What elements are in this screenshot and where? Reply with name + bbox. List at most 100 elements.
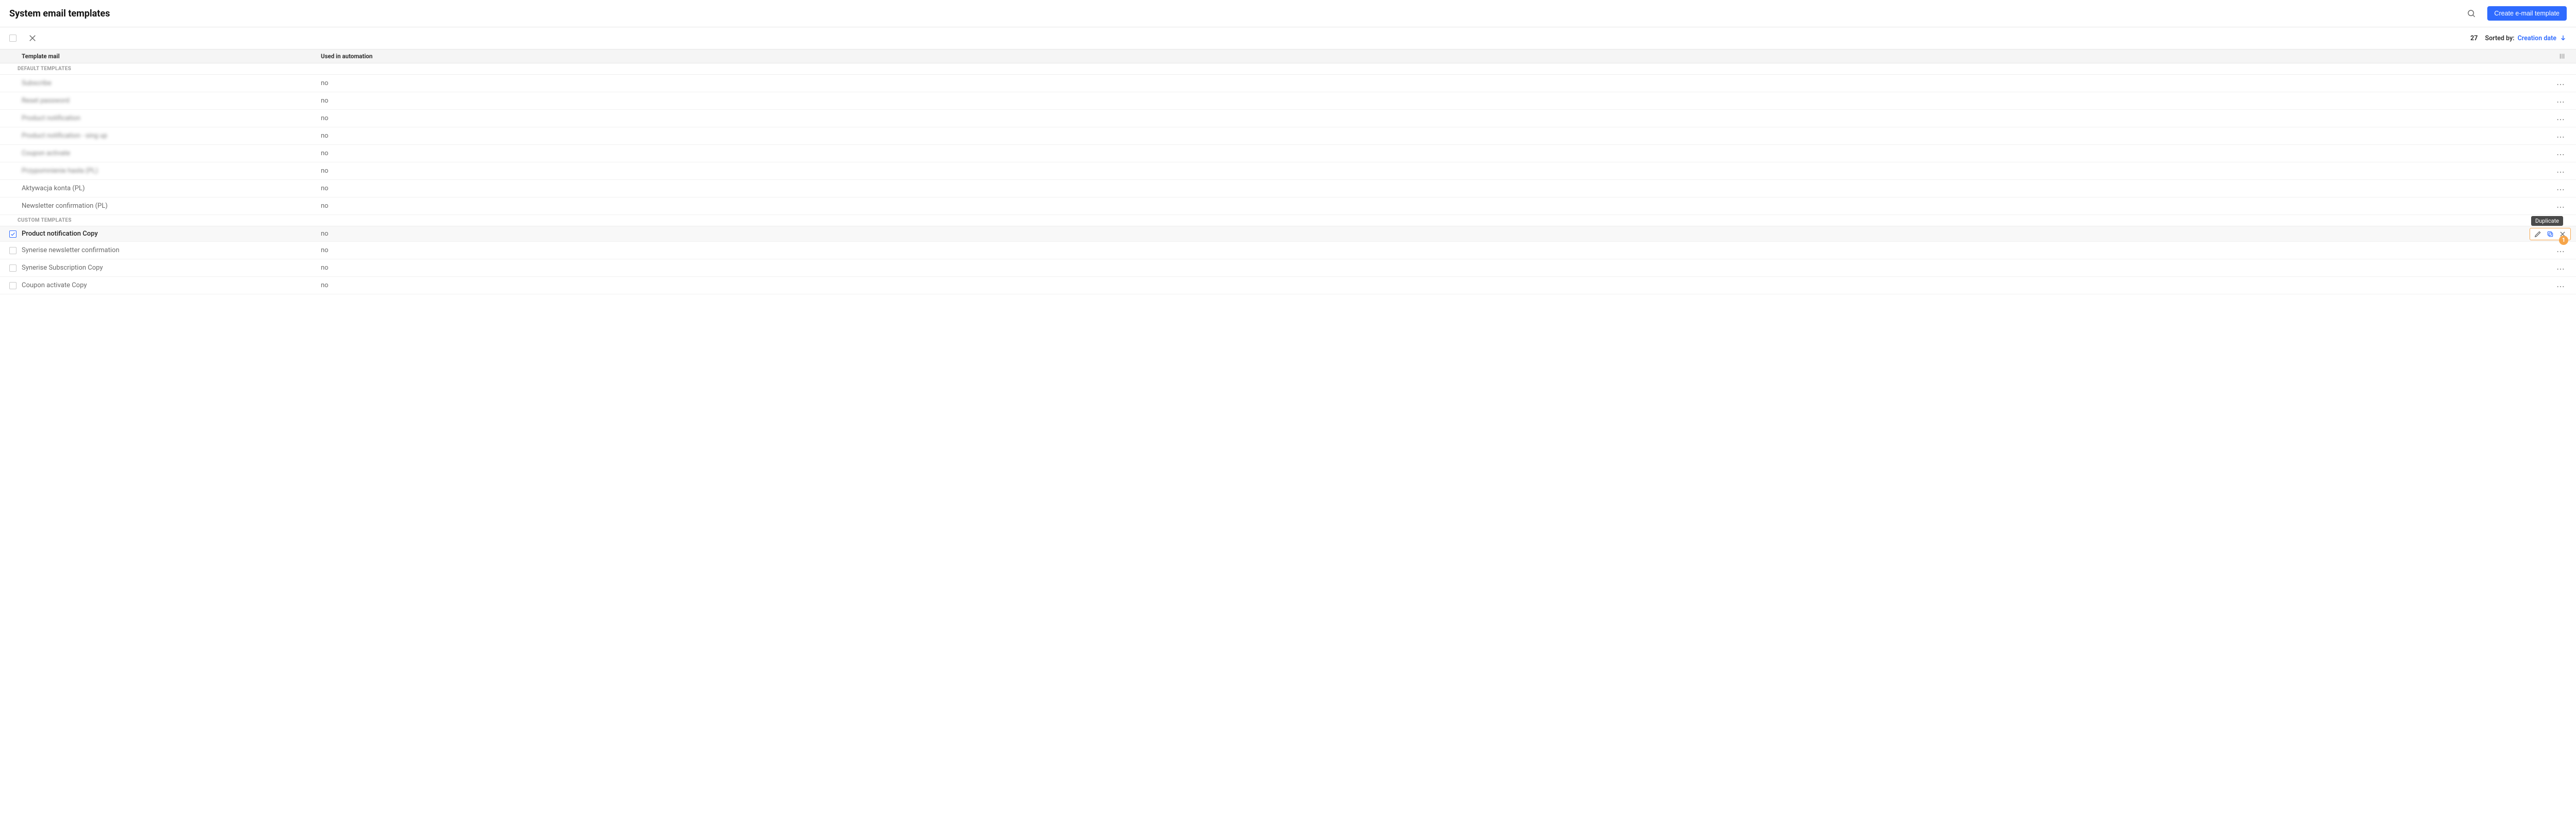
table-row[interactable]: Product notification - sing upno [0,127,2576,145]
column-settings-button[interactable] [2556,51,2568,62]
arrow-down-icon [2559,35,2567,42]
row-name: Przypomnienie hasła (PL) [22,167,321,175]
create-template-button[interactable]: Create e-mail template [2487,6,2567,21]
section-default-templates: DEFAULT TEMPLATES [0,63,2576,75]
table-row[interactable]: Reset passwordno [0,92,2576,110]
row-name: Coupon activate Copy [22,282,321,289]
row-checkbox[interactable] [9,264,17,272]
table-row[interactable]: Coupon activate Copyno [0,277,2576,294]
sort-field[interactable]: Creation date [2518,35,2556,42]
check-icon [10,231,15,237]
row-actions-cell [2551,245,2567,255]
row-more-button[interactable] [2554,201,2567,211]
table-row[interactable]: Coupon activateno [0,145,2576,162]
column-used-in-automation[interactable]: Used in automation [321,53,2567,60]
more-icon [2556,119,2565,121]
table-row[interactable]: Product notification CopynoDuplicate1 [0,226,2576,242]
table-row[interactable]: Aktywacja konta (PL)no [0,180,2576,197]
row-actions-cell [2551,131,2567,141]
more-icon [2556,286,2565,288]
row-actions-cell [2551,166,2567,176]
sort-direction-button[interactable] [2559,35,2567,42]
row-more-button[interactable] [2554,131,2567,141]
row-more-button[interactable] [2554,96,2567,106]
row-used-in-automation: no [321,114,2551,122]
more-icon [2556,189,2565,191]
more-icon [2556,251,2565,253]
table-row[interactable]: Synerise newsletter confirmationno [0,242,2576,259]
search-icon [2467,9,2476,18]
row-name: Subscribe [22,79,321,87]
row-used-in-automation: no [321,150,2551,157]
row-used-in-automation: no [321,202,2551,210]
more-icon [2556,101,2565,103]
row-used-in-automation: no [321,79,2551,87]
row-actions-cell [2551,201,2567,211]
row-actions-cell [2551,280,2567,290]
row-checkbox-cell [9,230,22,238]
more-icon [2556,136,2565,138]
row-checkbox-cell [9,282,22,289]
row-used-in-automation: no [321,282,2551,289]
custom-templates-list: Product notification CopynoDuplicate1Syn… [0,226,2576,294]
search-button[interactable] [2465,7,2478,20]
duplicate-button[interactable] [2547,230,2554,238]
column-template-mail[interactable]: Template mail [22,53,321,60]
table-row[interactable]: Newsletter confirmation (PL)no [0,197,2576,215]
row-actions-cell [2551,113,2567,123]
row-checkbox[interactable] [9,282,17,289]
row-actions-cell [2551,96,2567,106]
row-used-in-automation: no [321,230,2551,238]
edit-button[interactable] [2534,230,2541,238]
row-checkbox[interactable] [9,247,17,254]
default-templates-list: SubscribenoReset passwordnoProduct notif… [0,75,2576,215]
row-used-in-automation: no [321,264,2551,272]
row-name: Product notification Copy [22,230,321,238]
more-icon [2556,84,2565,86]
row-more-button[interactable] [2554,148,2567,158]
columns-icon [2558,53,2566,60]
page-header: System email templates Create e-mail tem… [0,0,2576,27]
duplicate-icon [2547,230,2554,238]
more-icon [2556,154,2565,156]
row-used-in-automation: no [321,185,2551,192]
row-used-in-automation: no [321,132,2551,140]
row-more-button[interactable] [2554,263,2567,273]
row-action-box: Duplicate1 [2530,228,2571,240]
column-header-row: Template mail Used in automation [0,49,2576,63]
row-more-button[interactable] [2554,113,2567,123]
table-row[interactable]: Subscribeno [0,75,2576,92]
section-custom-templates: CUSTOM TEMPLATES [0,215,2576,226]
table-row[interactable]: Product notificationno [0,110,2576,127]
row-name: Product notification [22,114,321,122]
selection-toolbar: 27 Sorted by: Creation date [0,27,2576,49]
more-icon [2556,206,2565,208]
toolbar-left [9,31,39,45]
row-used-in-automation: no [321,97,2551,105]
select-all-checkbox[interactable] [9,35,17,42]
clear-selection-button[interactable] [26,31,39,45]
row-checkbox-cell [9,247,22,254]
more-icon [2556,268,2565,270]
row-more-button[interactable] [2554,166,2567,176]
header-actions: Create e-mail template [2465,6,2567,21]
tooltip-duplicate: Duplicate [2531,216,2563,226]
row-name: Coupon activate [22,150,321,157]
row-used-in-automation: no [321,246,2551,254]
row-name: Reset password [22,97,321,105]
row-checkbox-cell [9,264,22,272]
table-row[interactable]: Przypomnienie hasła (PL)no [0,162,2576,180]
row-more-button[interactable] [2554,280,2567,290]
page-title: System email templates [9,8,110,19]
row-name: Product notification - sing up [22,132,321,140]
row-actions-cell [2551,184,2567,193]
row-actions-cell [2551,78,2567,88]
table-row[interactable]: Synerise Subscription Copyno [0,259,2576,277]
row-more-button[interactable] [2554,184,2567,193]
pencil-icon [2534,230,2541,238]
row-more-button[interactable] [2554,78,2567,88]
sorted-by-label: Sorted by: [2485,35,2515,42]
row-more-button[interactable] [2554,245,2567,255]
row-checkbox[interactable] [9,230,17,238]
row-name: Synerise Subscription Copy [22,264,321,272]
